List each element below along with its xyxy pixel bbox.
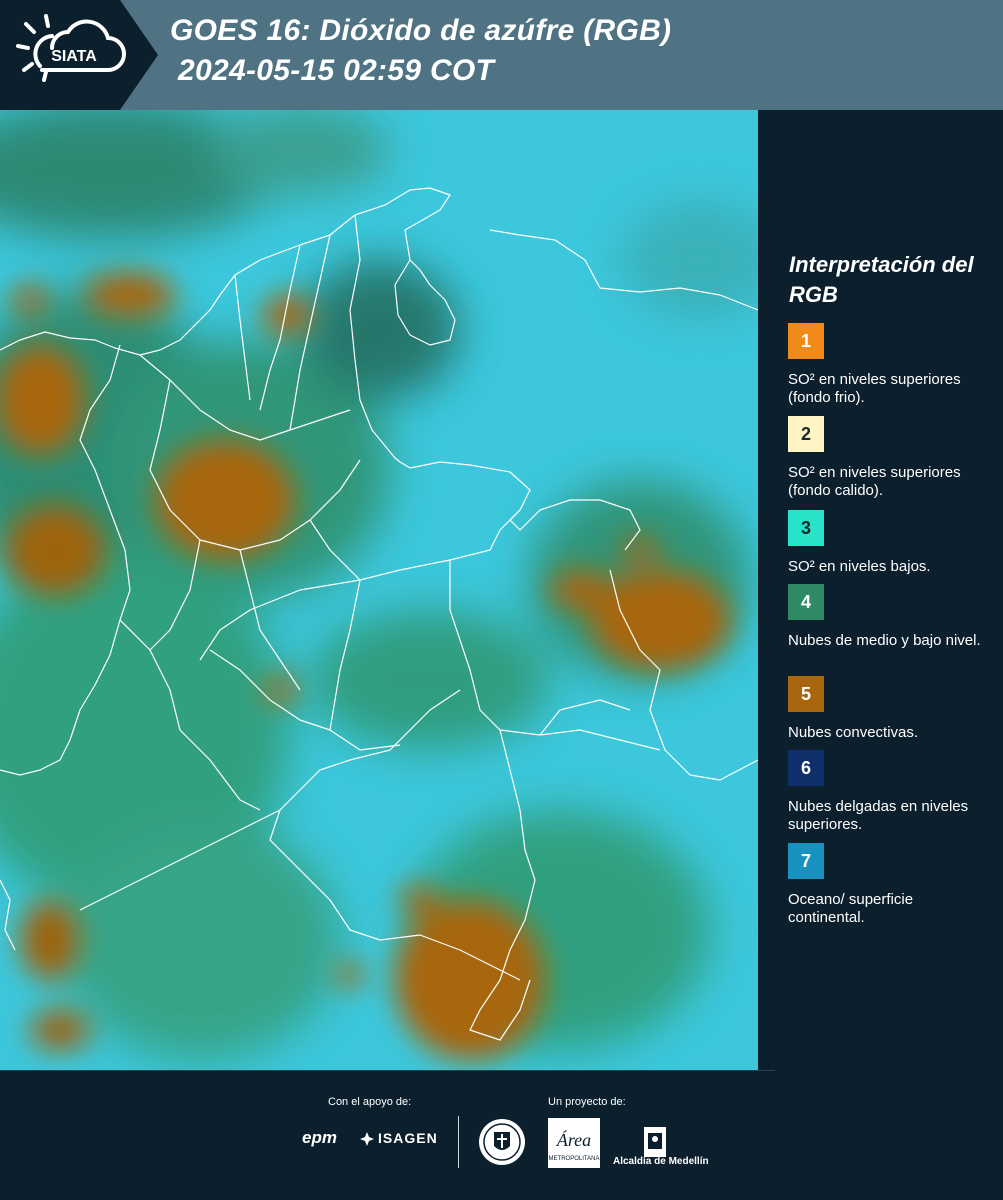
- legend-swatch-5: 5: [788, 676, 824, 712]
- epm-logo: epm: [302, 1128, 337, 1147]
- svg-text:Área: Área: [556, 1129, 591, 1150]
- medellin-seal-icon: [479, 1119, 525, 1165]
- legend-title: Interpretación del RGB: [789, 252, 974, 307]
- legend-text-2: SO² en niveles superiores (fondo calido)…: [788, 464, 961, 499]
- legend-swatch-6: 6: [788, 750, 824, 786]
- legend-text-4: Nubes de medio y bajo nivel.: [788, 632, 981, 649]
- area-metropolitana-logo: Área METROPOLITANA: [548, 1118, 600, 1168]
- timestamp: 2024-05-15 02:59 COT: [178, 54, 495, 87]
- map-image: [0, 110, 758, 1070]
- legend-text-7: Oceano/ superficie continental.: [788, 891, 914, 926]
- legend-text-3: SO² en niveles bajos.: [788, 558, 931, 575]
- svg-text:METROPOLITANA: METROPOLITANA: [549, 1156, 600, 1162]
- siata-logo: SIATA: [16, 14, 126, 82]
- footer-divider-line: [0, 1070, 775, 1071]
- legend-swatch-2: 2: [788, 416, 824, 452]
- legend-swatch-1: 1: [788, 323, 824, 359]
- legend-text-1: SO² en niveles superiores (fondo frio).: [788, 371, 961, 406]
- legend-swatch-3: 3: [788, 510, 824, 546]
- legend-swatch-7: 7: [788, 843, 824, 879]
- legend-text-6: Nubes delgadas en niveles superiores.: [788, 798, 969, 833]
- header: SIATA GOES 16: Dióxido de azúfre (RGB) 2…: [0, 0, 1003, 110]
- alcaldia-logo-text: Alcaldía de Medellín: [613, 1156, 709, 1167]
- footer: Con el apoyo de: Un proyecto de: epm ISA…: [0, 1070, 1003, 1200]
- isagen-logo: ISAGEN: [362, 1130, 438, 1146]
- isagen-logo-text: ISAGEN: [378, 1130, 438, 1146]
- satellite-map: [0, 110, 758, 1070]
- page-title: GOES 16: Dióxido de azúfre (RGB): [170, 14, 672, 47]
- siata-logo-text: SIATA: [51, 48, 97, 65]
- support-label: Con el apoyo de:: [328, 1096, 412, 1108]
- footer-vertical-divider: [458, 1116, 459, 1168]
- legend-swatch-4: 4: [788, 584, 824, 620]
- legend-text-5: Nubes convectivas.: [788, 724, 919, 741]
- project-label: Un proyecto de:: [548, 1096, 626, 1108]
- legend-panel: Interpretación del RGB 1 SO² en niveles …: [758, 110, 1003, 1070]
